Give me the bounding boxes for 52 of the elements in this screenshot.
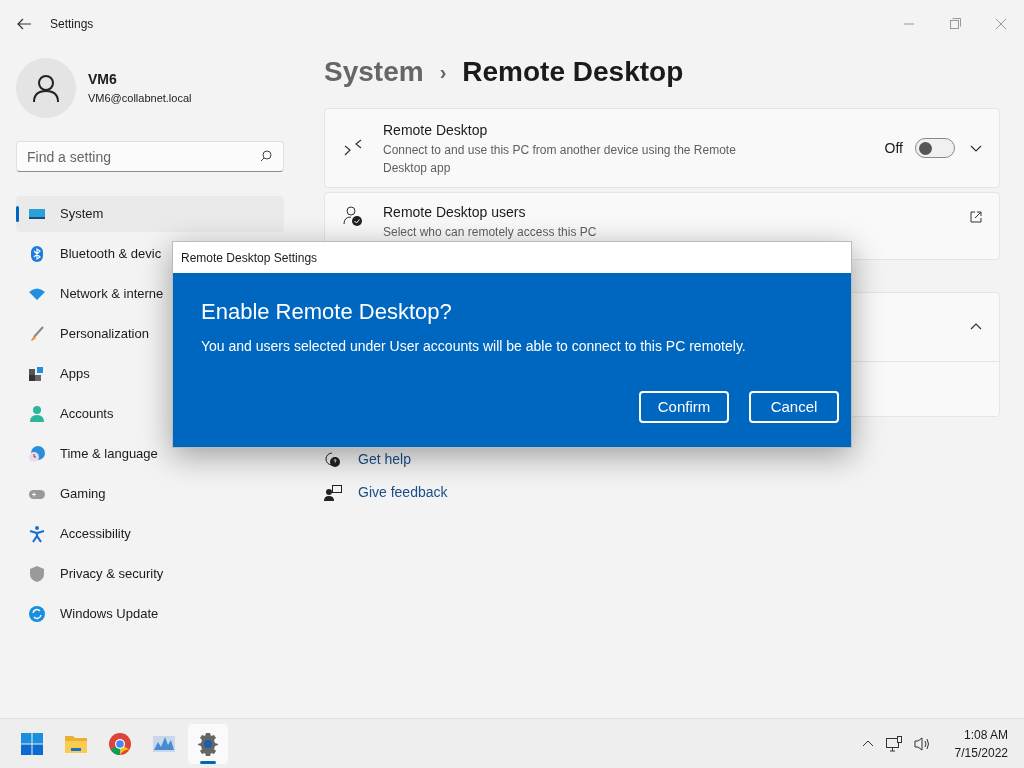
sidebar-item[interactable]: Accounts [16,396,284,432]
gear-icon [196,731,220,756]
card-description: Connect to and use this PC from another device using the Remote Desktop app [383,141,737,177]
browser-icon [108,731,132,756]
accessibility-icon [28,525,46,543]
sidebar-item[interactable]: Gaming [16,476,284,512]
external-link-icon[interactable] [969,210,983,224]
sidebar-item[interactable]: Windows Update [16,596,284,632]
dialog-heading: Enable Remote Desktop? [201,298,453,326]
dialog-title: Remote Desktop Settings [181,249,318,267]
shield-icon [28,565,46,583]
clock-date: 7/15/2022 [954,744,1008,762]
network-icon[interactable] [884,734,903,753]
remote-desktop-icon [343,138,363,158]
person-icon [28,405,46,423]
apps-icon [28,365,46,383]
sidebar-item[interactable]: Privacy & security [16,556,284,592]
feedback-icon [324,483,342,502]
dialog-button[interactable]: Confirm [639,391,729,423]
help-link[interactable]: Get help [358,449,411,470]
window-title: Settings [50,16,94,33]
update-icon [28,605,46,623]
toggle-state-label: Off [884,138,903,158]
card-description: Select who can remotely access this PC [383,224,597,241]
sidebar-item[interactable]: Time & language [16,436,284,472]
search-field[interactable]: Find a setting [16,141,284,172]
globe-clock-icon [28,445,46,463]
help-link[interactable]: Give feedback [358,482,448,503]
sidebar-item[interactable]: Accessibility [16,516,284,552]
toggle-switch[interactable] [915,138,955,158]
account-email: VM6@collabnet.local [88,91,192,107]
person-check-icon [343,206,363,226]
speaker-icon[interactable] [912,734,931,753]
help-icon [324,450,342,469]
sidebar-item[interactable]: Apps [16,356,284,392]
back-icon[interactable] [16,16,32,32]
person-icon [31,73,61,103]
bluetooth-icon [28,245,46,263]
account-name: VM6 [88,70,118,90]
search-icon [260,150,272,162]
breadcrumb-separator: › [439,60,447,85]
breadcrumb-parent[interactable]: System [324,51,424,93]
start-icon [20,731,44,756]
sidebar-item[interactable]: System [16,196,284,232]
card-title: Remote Desktop users [383,203,527,222]
card-title: Remote Desktop [383,120,489,140]
dialog-button[interactable]: Cancel [749,391,839,423]
taskbar-app[interactable] [188,723,228,764]
brush-icon [28,325,46,343]
page-title: Remote Desktop [462,55,684,89]
dialog-message: You and users selected under User accounts will be able to connect to this PC remotely. [201,337,747,356]
clock-time: 1:08 AM [963,726,1008,744]
